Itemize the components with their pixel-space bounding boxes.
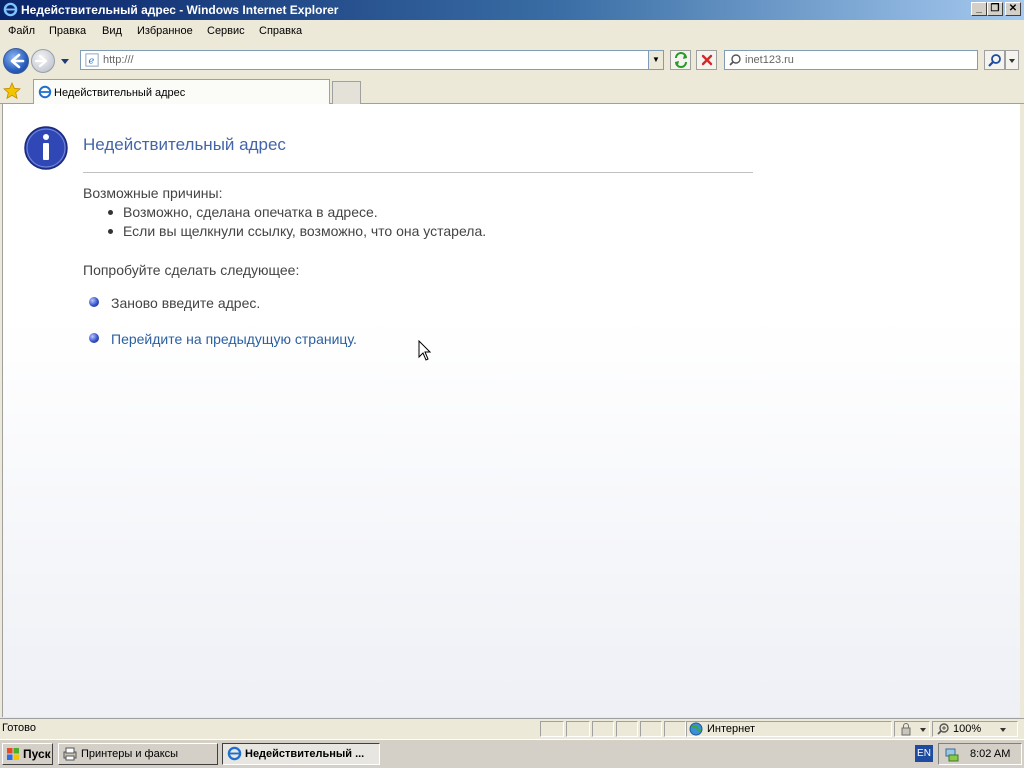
bullet-dot (108, 229, 113, 234)
window-title: Недействительный адрес - Windows Interne… (21, 3, 339, 17)
chevron-down-icon (1009, 59, 1015, 63)
menu-favorites[interactable]: Избранное (137, 25, 193, 37)
reasons-heading: Возможные причины: (83, 185, 223, 201)
windows-logo-icon (7, 748, 19, 760)
lock-icon (901, 723, 911, 736)
status-cell (616, 721, 638, 737)
recent-pages-dropdown[interactable] (59, 55, 71, 67)
refresh-icon (674, 52, 687, 68)
menu-edit[interactable]: Правка (49, 25, 86, 37)
status-cell (540, 721, 564, 737)
ie-logo-icon (3, 2, 18, 17)
reason-item: Если вы щелкнули ссылку, возможно, что о… (123, 223, 487, 239)
task-label: Недействительный ... (245, 748, 365, 760)
status-text: Готово (2, 722, 36, 734)
ie-page-icon (38, 85, 52, 99)
menu-help[interactable]: Справка (259, 25, 302, 37)
language-indicator[interactable]: EN (915, 745, 933, 762)
back-arrow-icon (10, 53, 25, 69)
tab-invalid-address[interactable]: Недействительный адрес (33, 79, 330, 104)
search-button[interactable] (984, 50, 1005, 70)
mouse-cursor-icon (418, 340, 432, 361)
try-heading: Попробуйте сделать следующее: (83, 262, 300, 278)
zoom-icon (937, 723, 949, 735)
chevron-down-icon (1000, 728, 1006, 732)
ie-logo-icon (227, 746, 242, 761)
search-options-dropdown[interactable] (1005, 50, 1019, 70)
taskbar: Пуск Принтеры и факсы Недействительный .… (0, 739, 1024, 768)
start-label: Пуск (23, 747, 51, 761)
task-printers[interactable]: Принтеры и факсы (58, 743, 218, 765)
retype-address-item: Заново введите адрес. (111, 295, 261, 311)
page-title: Недействительный адрес (83, 135, 286, 154)
bullet-dot (108, 210, 113, 215)
forward-arrow-icon (34, 54, 48, 68)
search-icon (729, 54, 741, 66)
address-dropdown-button[interactable]: ▼ (648, 51, 663, 69)
tab-label: Недействительный адрес (54, 87, 186, 99)
go-refresh-button[interactable] (670, 50, 691, 70)
navigation-bar: e http:/// ▼ inet123.ru (0, 42, 1024, 78)
menu-view[interactable]: Вид (102, 25, 122, 37)
address-bar[interactable]: e http:/// ▼ (80, 50, 664, 70)
back-button[interactable] (3, 48, 29, 74)
start-button[interactable]: Пуск (2, 743, 53, 765)
clock[interactable]: 8:02 AM (970, 748, 1010, 760)
info-icon (24, 126, 68, 170)
search-input[interactable]: inet123.ru (745, 54, 794, 66)
zoom-control[interactable]: 100% (932, 721, 1018, 737)
language-label: EN (917, 748, 931, 759)
bullet-orb-icon (89, 297, 99, 307)
address-input[interactable]: http:/// (103, 54, 134, 66)
stop-button[interactable] (696, 50, 717, 70)
status-cell (566, 721, 590, 737)
previous-page-link[interactable]: Перейдите на предыдущую страницу. (111, 331, 357, 347)
reason-item: Возможно, сделана опечатка в адресе. (123, 204, 378, 220)
close-button[interactable]: ✕ (1005, 2, 1021, 16)
minimize-button[interactable]: _ (971, 2, 987, 16)
zoom-level: 100% (953, 723, 982, 735)
magnifier-icon (987, 54, 1001, 67)
menu-file[interactable]: Файл (8, 25, 35, 37)
tab-row: Недействительный адрес (0, 78, 1024, 104)
protected-mode-button[interactable] (894, 721, 930, 737)
ie-page-icon: e (85, 53, 99, 67)
status-cell (592, 721, 614, 737)
bullet-orb-icon (89, 333, 99, 343)
menu-bar: Файл Правка Вид Избранное Сервис Справка (0, 21, 1024, 42)
printer-icon (63, 747, 77, 761)
security-zone[interactable]: Интернет (686, 721, 892, 737)
stop-icon (701, 54, 712, 66)
zone-label: Интернет (707, 723, 755, 735)
chevron-down-icon (61, 59, 69, 64)
status-bar: Готово Интернет 100% (0, 718, 1024, 739)
globe-icon (689, 722, 703, 736)
title-divider (83, 172, 753, 173)
status-cell (640, 721, 662, 737)
task-label: Принтеры и факсы (81, 748, 179, 760)
window-edge (1020, 104, 1024, 717)
menu-tools[interactable]: Сервис (207, 25, 245, 37)
status-cell (664, 721, 686, 737)
system-tray: 8:02 AM (938, 743, 1022, 765)
search-box[interactable]: inet123.ru (724, 50, 978, 70)
network-icon[interactable] (944, 746, 960, 762)
forward-button[interactable] (31, 49, 55, 73)
favorites-star-icon[interactable] (3, 82, 21, 100)
chevron-down-icon (920, 728, 926, 732)
svg-text:e: e (89, 56, 95, 67)
page-content: Недействительный адрес Возможные причины… (2, 104, 1020, 717)
restore-button[interactable]: ❐ (987, 2, 1003, 16)
new-tab-button[interactable] (332, 81, 361, 104)
task-ie[interactable]: Недействительный ... (222, 743, 380, 765)
window-title-bar[interactable]: Недействительный адрес - Windows Interne… (0, 0, 1024, 20)
